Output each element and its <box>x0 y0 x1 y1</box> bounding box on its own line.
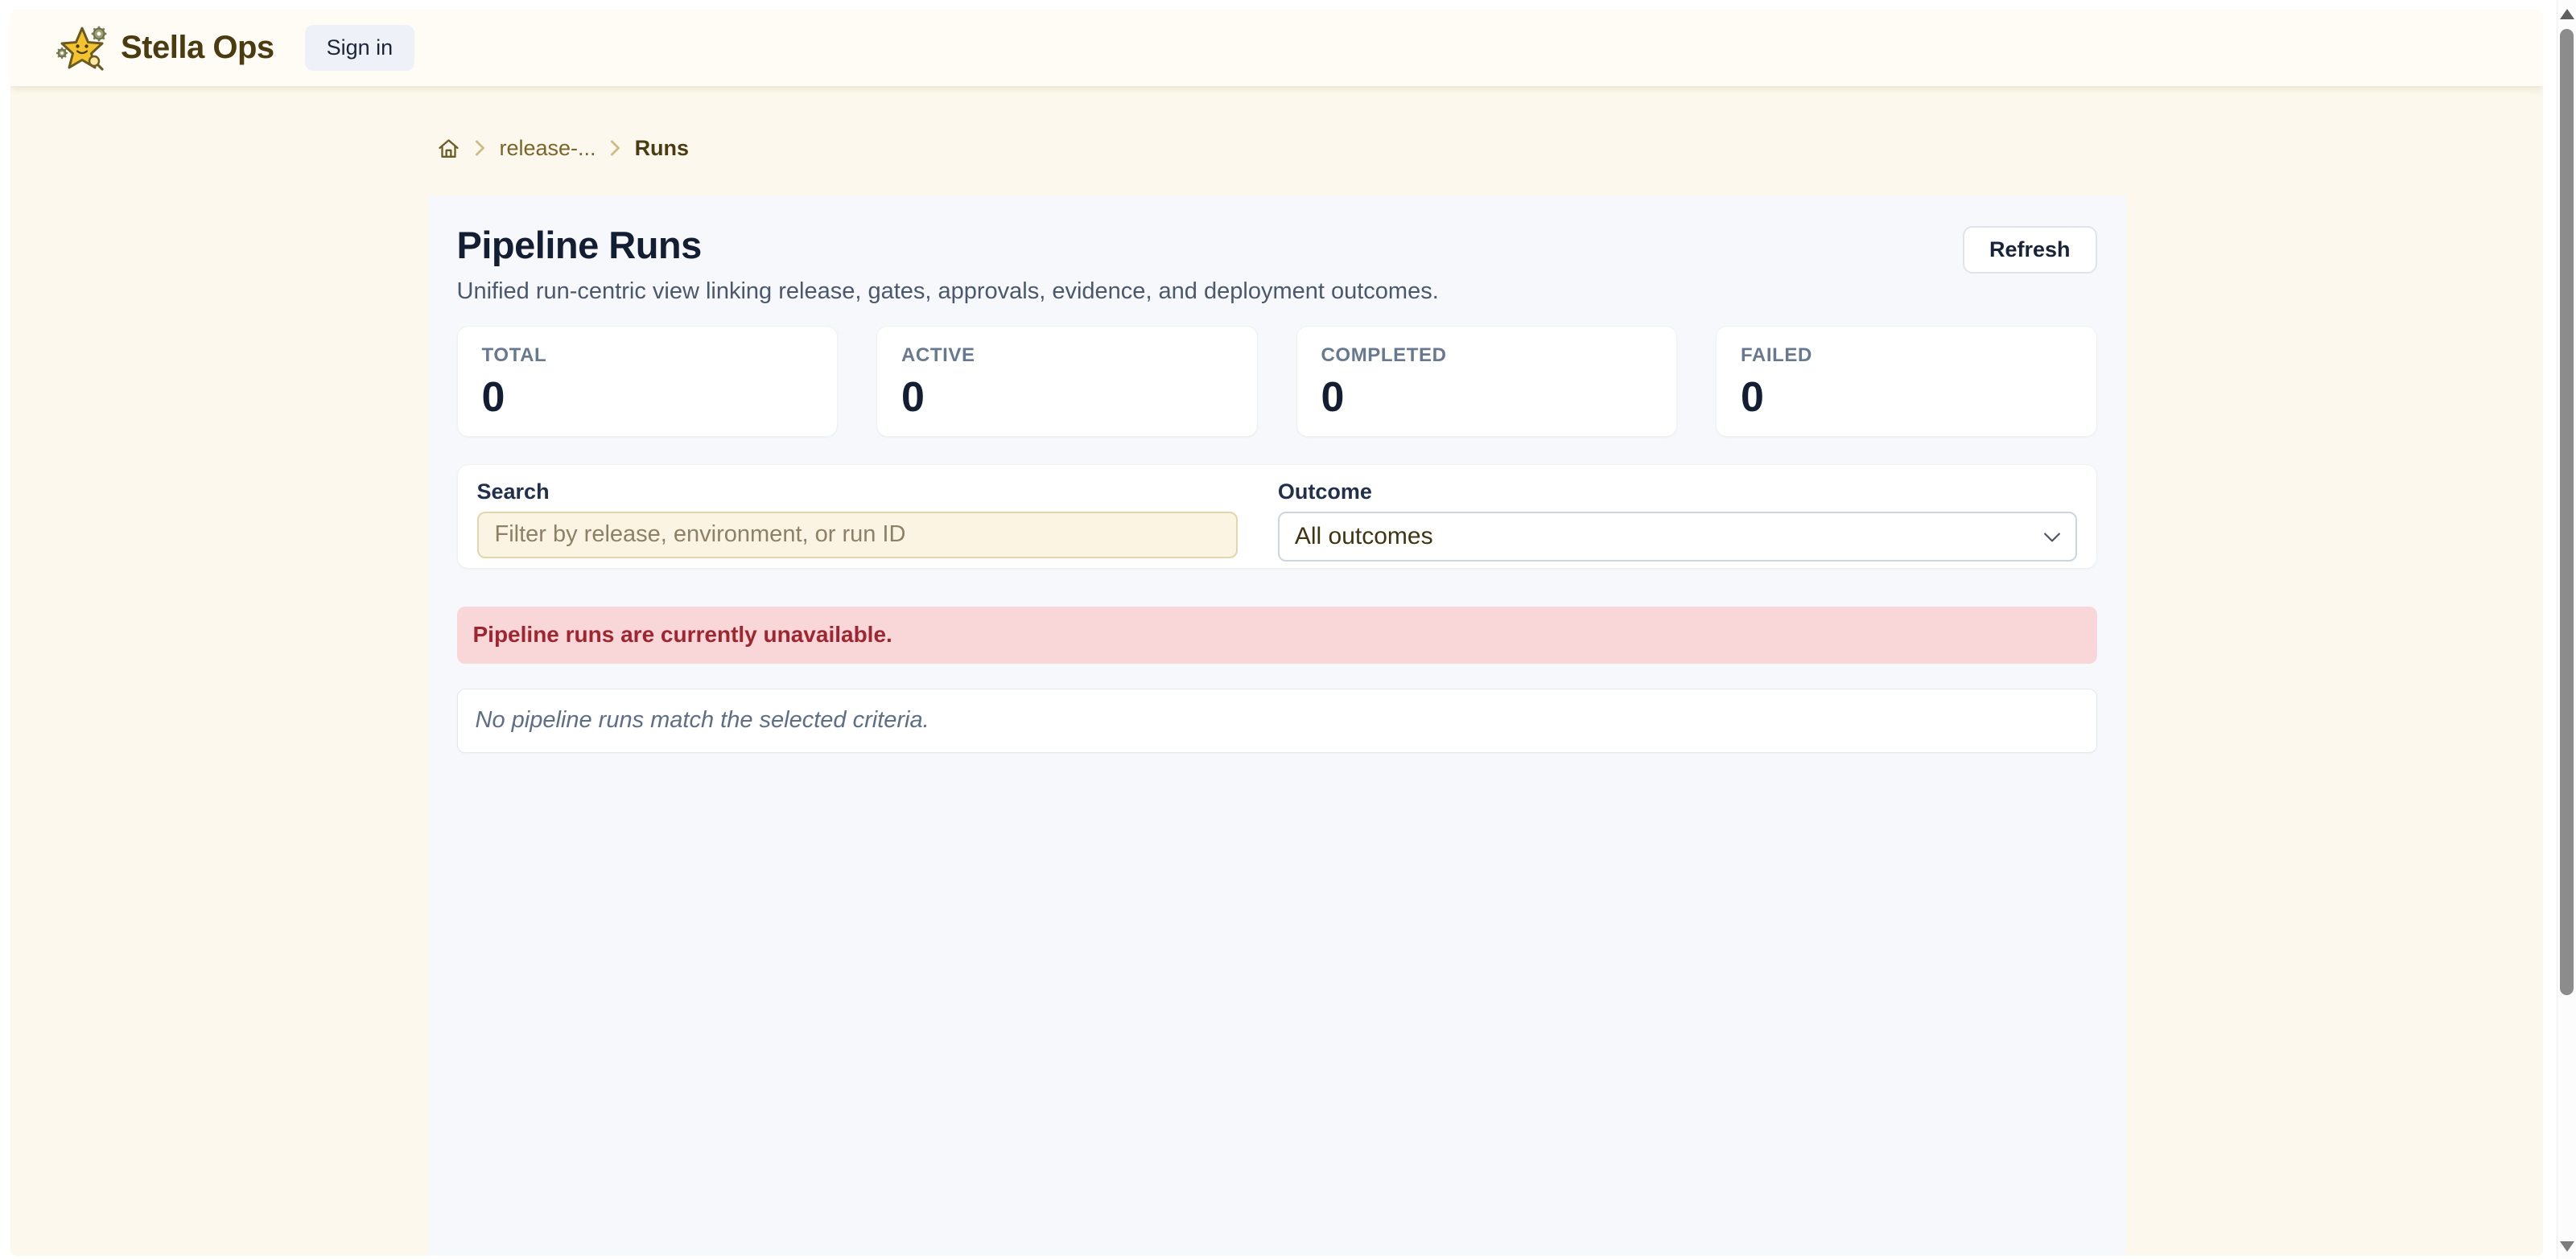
stat-card-total: TOTAL 0 <box>457 326 839 437</box>
stat-card-active: ACTIVE 0 <box>876 326 1258 437</box>
filters-card: Search Outcome All outcomes <box>457 464 2097 569</box>
breadcrumb-current-runs: Runs <box>635 136 690 161</box>
stat-label-failed: FAILED <box>1741 344 2072 367</box>
refresh-button[interactable]: Refresh <box>1963 226 2097 274</box>
stat-value-completed: 0 <box>1321 376 1653 418</box>
empty-state: No pipeline runs match the selected crit… <box>457 689 2097 753</box>
scroll-down-arrow-icon[interactable] <box>2560 1241 2574 1252</box>
page-header-row: Pipeline Runs Unified run-centric view l… <box>457 224 2097 305</box>
breadcrumb-release-link[interactable]: release-... <box>500 136 596 161</box>
search-input[interactable] <box>477 512 1238 558</box>
search-label: Search <box>477 479 1238 504</box>
stat-label-total: TOTAL <box>482 344 814 367</box>
stats-row: TOTAL 0 ACTIVE 0 COMPLETED 0 FAILED 0 <box>457 326 2097 437</box>
sign-in-button[interactable]: Sign in <box>305 25 415 71</box>
stat-value-total: 0 <box>482 376 814 418</box>
home-icon[interactable] <box>436 136 461 161</box>
scrollbar-thumb[interactable] <box>2560 29 2574 995</box>
error-banner: Pipeline runs are currently unavailable. <box>457 607 2097 664</box>
page-subtitle: Unified run-centric view linking release… <box>457 278 1439 305</box>
scrollbar[interactable] <box>2557 0 2576 1259</box>
pipeline-runs-panel: Pipeline Runs Unified run-centric view l… <box>428 195 2126 1256</box>
stella-ops-logo-icon <box>56 24 108 72</box>
stat-label-active: ACTIVE <box>901 344 1233 367</box>
brand-name: Stella Ops <box>121 30 274 66</box>
content-column: release-... Runs Pipeline Runs Unified r… <box>428 86 2126 1256</box>
chevron-right-icon <box>610 138 621 158</box>
app-shell: Stella Ops Sign in release-... <box>10 10 2543 1256</box>
scroll-up-arrow-icon[interactable] <box>2560 9 2574 19</box>
chevron-right-icon <box>475 138 486 158</box>
top-bar: Stella Ops Sign in <box>10 10 2543 86</box>
stat-label-completed: COMPLETED <box>1321 344 1653 367</box>
breadcrumb: release-... Runs <box>436 134 2126 162</box>
page-heading-group: Pipeline Runs Unified run-centric view l… <box>457 224 1439 305</box>
stat-card-failed: FAILED 0 <box>1716 326 2097 437</box>
stat-value-active: 0 <box>901 376 1233 418</box>
outcome-field-group: Outcome All outcomes <box>1278 479 2077 558</box>
outcome-select-wrap: All outcomes <box>1278 512 2077 562</box>
search-field-group: Search <box>477 479 1238 558</box>
page: Stella Ops Sign in release-... <box>0 0 2576 1259</box>
error-text: Pipeline runs are currently unavailable. <box>473 622 892 648</box>
outcome-label: Outcome <box>1278 479 2077 504</box>
empty-state-text: No pipeline runs match the selected crit… <box>476 707 929 734</box>
stat-value-failed: 0 <box>1741 376 2072 418</box>
stat-card-completed: COMPLETED 0 <box>1296 326 1678 437</box>
page-title: Pipeline Runs <box>457 224 1439 267</box>
outcome-select[interactable]: All outcomes <box>1278 512 2077 562</box>
